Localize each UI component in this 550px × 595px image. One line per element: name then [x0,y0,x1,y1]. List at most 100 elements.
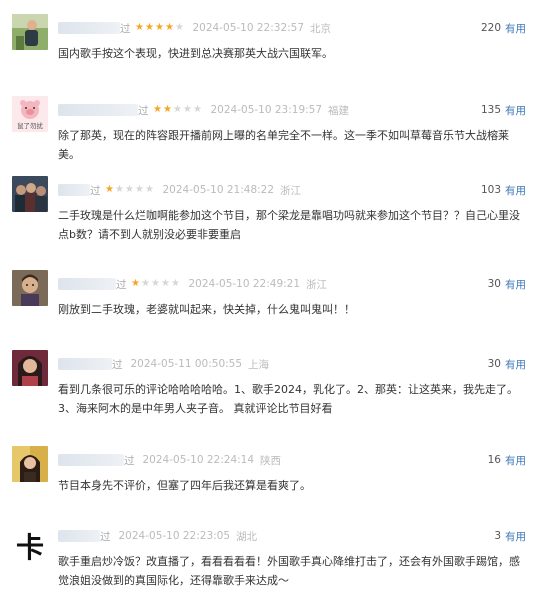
comment-meta: 过 ★ ★ ★ ★ ★ 2024-05-10 22:32:57 北京 [58,20,331,36]
person-photo-avatar-icon[interactable] [12,14,48,50]
rating-stars: ★ ★ ★ ★ ★ [131,279,181,289]
comment-time: 2024-05-11 00:50:55 [130,358,243,370]
comment-meta: 过 2024-05-10 22:23:05 湖北 [58,528,257,544]
username-mask[interactable] [58,104,138,116]
vote-count: 30 [487,358,501,370]
comment-location: 湖北 [236,530,258,543]
votes: 220 有用 [481,20,526,36]
comment-item: 鼠了勿扰 过 ★ ★ ★ ★ ★ 2024-05-10 23:19:57 福建 135 … [0,96,550,168]
comment-item: 过 ★ ★ ★ ★ ★ 2024-05-10 22:49:21 浙江 30 有用 刚放到… [0,270,550,340]
star-icon: ★ [183,104,192,115]
star-icon: ★ [171,278,180,289]
star-icon: ★ [135,22,144,33]
votes: 16 有用 [488,452,526,468]
comment-location: 浙江 [280,184,302,197]
votes: 3 有用 [494,528,526,544]
username-tail[interactable]: 过 [100,529,111,544]
woman-photo-avatar-icon[interactable] [12,446,48,482]
comment-time: 2024-05-10 22:49:21 [188,278,301,290]
useful-button[interactable]: 有用 [505,357,526,372]
comment-item: 过 2024-05-11 00:50:55 上海 30 有用 看到几条很可乐的评… [0,350,550,438]
useful-button[interactable]: 有用 [505,183,526,198]
vote-count: 30 [487,278,501,290]
useful-button[interactable]: 有用 [505,277,526,292]
useful-button[interactable]: 有用 [505,103,526,118]
rating-stars: ★ ★ ★ ★ ★ [105,185,155,195]
useful-button[interactable]: 有用 [505,529,526,544]
comment-time: 2024-05-10 21:48:22 [162,184,275,196]
comment-meta: 过 ★ ★ ★ ★ ★ 2024-05-10 23:19:57 福建 [58,102,349,118]
username-mask[interactable] [58,454,124,466]
star-icon: ★ [155,22,164,33]
username-mask[interactable] [58,530,100,542]
avatar-caption: 鼠了勿扰 [17,121,44,130]
vote-count: 103 [480,184,501,196]
comment-text: 节目本身先不评价，但塞了四年后我还算是看爽了。 [58,479,311,492]
comment-meta: 过 ★ ★ ★ ★ ★ 2024-05-10 21:48:22 浙江 [58,182,301,198]
woman-photo-avatar-icon[interactable] [12,350,48,386]
comment-item: 过 ★ ★ ★ ★ ★ 2024-05-10 21:48:22 浙江 103 有用 二手… [0,176,550,262]
comment-text: 除了那英，现在的阵容跟开播前网上曝的名单完全不一样。这一季不如叫草莓音乐节大战榕… [58,129,509,161]
group-photo-avatar-icon[interactable] [12,176,48,212]
comment-location: 浙江 [306,278,328,291]
star-icon: ★ [105,184,114,195]
rating-stars: ★ ★ ★ ★ ★ [135,23,185,33]
person-photo-avatar-icon[interactable] [12,270,48,306]
comment-text: 歌手重启炒冷饭？改直播了，看看看看看！外国歌手真心降维打击了，还会有外国歌手踢馆… [58,555,520,587]
star-icon: ★ [131,278,140,289]
votes: 135 有用 [481,102,526,118]
star-icon: ★ [165,22,174,33]
comment-meta: 过 2024-05-10 22:24:14 陕西 [58,452,281,468]
star-icon: ★ [173,104,182,115]
vote-count: 3 [494,530,501,542]
star-icon: ★ [161,278,170,289]
comment-text: 国内歌手按这个表现，快进到总决赛那英大战六国联军。 [58,47,333,60]
cartoon-pig-avatar-icon[interactable]: 鼠了勿扰 [12,96,48,132]
comment-meta: 过 2024-05-11 00:50:55 上海 [58,356,269,372]
comment-item: 卡 过 2024-05-10 22:23:05 湖北 3 有用 歌手重启炒冷饭？… [0,522,550,595]
useful-button[interactable]: 有用 [505,21,526,36]
comment-time: 2024-05-10 22:23:05 [118,530,231,542]
star-icon: ★ [151,278,160,289]
comment-location: 北京 [310,22,332,35]
vote-count: 220 [480,22,501,34]
vote-count: 16 [487,454,501,466]
username-tail[interactable]: 过 [138,103,149,118]
star-icon: ★ [175,22,184,33]
rating-stars: ★ ★ ★ ★ ★ [153,105,203,115]
comment-meta: 过 ★ ★ ★ ★ ★ 2024-05-10 22:49:21 浙江 [58,276,327,292]
username-mask[interactable] [58,278,116,290]
star-icon: ★ [193,104,202,115]
username-tail[interactable]: 过 [90,183,101,198]
useful-button[interactable]: 有用 [505,453,526,468]
username-tail[interactable]: 过 [120,21,131,36]
username-mask[interactable] [58,358,112,370]
comment-text: 刚放到二手玫瑰，老婆就叫起来，快关掉，什么鬼叫鬼叫！！ [58,303,355,316]
comment-time: 2024-05-10 23:19:57 [210,104,323,116]
comment-location: 福建 [328,104,350,117]
star-icon: ★ [135,184,144,195]
comment-time: 2024-05-10 22:24:14 [142,454,255,466]
star-icon: ★ [145,184,154,195]
username-tail[interactable]: 过 [124,453,135,468]
username-tail[interactable]: 过 [116,277,127,292]
comment-text: 二手玫瑰是什么烂咖啊能参加这个节目，那个梁龙是靠唱功吗就来参加这个节目？？自己心… [58,209,520,241]
comment-item: 过 ★ ★ ★ ★ ★ 2024-05-10 22:32:57 北京 220 有用 国内… [0,14,550,84]
star-icon: ★ [145,22,154,33]
comment-item: 过 2024-05-10 22:24:14 陕西 16 有用 节目本身先不评价，… [0,446,550,510]
comment-location: 陕西 [260,454,282,467]
comment-time: 2024-05-10 22:32:57 [192,22,305,34]
comment-location: 上海 [248,358,270,371]
calligraphy-character-avatar-icon[interactable]: 卡 [12,528,48,564]
comment-text: 看到几条很可乐的评论哈哈哈哈哈。1、歌手2024，乳化了。2、那英：让这英来，我… [58,383,518,415]
star-icon: ★ [153,104,162,115]
avatar-caption: 卡 [16,531,44,564]
username-mask[interactable] [58,184,90,196]
star-icon: ★ [163,104,172,115]
votes: 30 有用 [488,276,526,292]
username-mask[interactable] [58,22,120,34]
star-icon: ★ [115,184,124,195]
votes: 30 有用 [488,356,526,372]
vote-count: 135 [480,104,501,116]
username-tail[interactable]: 过 [112,357,123,372]
